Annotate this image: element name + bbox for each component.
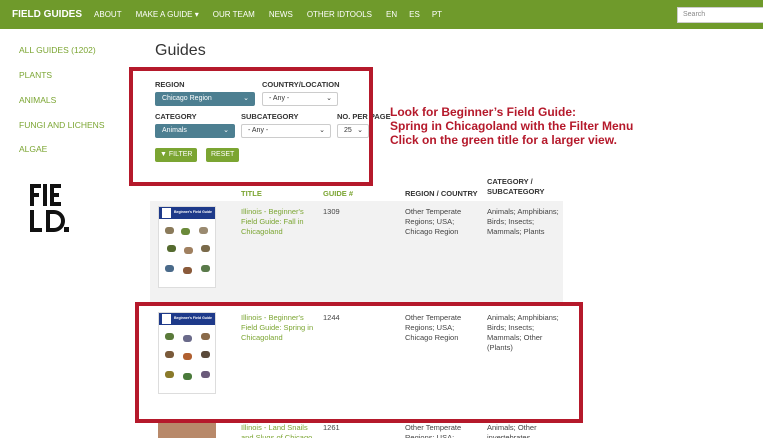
guide-region: Other Temperate Regions; USA; Chicago Re…: [405, 207, 462, 236]
species-image: [167, 245, 176, 252]
species-image: [165, 227, 174, 234]
annotation-line-2: Spring in Chicagoland with the Filter Me…: [390, 119, 634, 133]
guide-number: 1309: [323, 207, 340, 216]
col-header-category: CATEGORY / SUBCATEGORY: [487, 177, 545, 196]
sidebar-item-fungi-lichens[interactable]: FUNGI AND LICHENS: [19, 120, 105, 130]
guide-number: 1261: [323, 423, 340, 432]
guide-thumbnail[interactable]: [158, 422, 216, 438]
species-image: [183, 267, 192, 274]
annotation-text: Look for Beginner’s Field Guide: Spring …: [390, 105, 633, 147]
sidebar-item-animals[interactable]: ANIMALS: [19, 95, 56, 105]
sidebar-item-algae[interactable]: ALGAE: [19, 144, 47, 154]
nav-about[interactable]: ABOUT: [94, 10, 122, 19]
annotation-line-3: Click on the green title for a larger vi…: [390, 133, 617, 147]
nav-make-a-guide[interactable]: MAKE A GUIDE ▾: [136, 10, 199, 19]
species-image: [184, 247, 193, 254]
guide-category: Animals; Other invertebrates: [487, 423, 537, 438]
brand-link[interactable]: FIELD GUIDES: [12, 9, 82, 20]
species-image: [199, 227, 208, 234]
annotation-box-spring-guide: [135, 302, 583, 423]
search-input[interactable]: Search: [677, 7, 763, 23]
nav-lang-en[interactable]: EN: [386, 10, 397, 19]
nav-lang-pt[interactable]: PT: [432, 10, 442, 19]
thumbnail-logo: [162, 208, 171, 218]
top-nav: FIELD GUIDES ABOUT MAKE A GUIDE ▾ OUR TE…: [0, 0, 763, 29]
guide-thumbnail[interactable]: Beginner's Field Guide: [158, 206, 216, 288]
col-header-region: REGION / COUNTRY: [405, 189, 478, 198]
annotation-box-filter: [129, 67, 373, 186]
table-row: Beginner's Field Guide Illinois - Beginn…: [150, 201, 563, 302]
annotation-line-1: Look for Beginner’s Field Guide:: [390, 105, 577, 119]
nav-our-team[interactable]: OUR TEAM: [213, 10, 255, 19]
col-header-title[interactable]: TITLE: [241, 189, 262, 199]
species-image: [181, 228, 190, 235]
sidebar-item-all-guides[interactable]: ALL GUIDES (1202): [19, 45, 96, 55]
guide-title-link[interactable]: Illinois - Beginner's Field Guide: Fall …: [241, 207, 319, 237]
species-image: [165, 265, 174, 272]
species-image: [201, 245, 210, 252]
sidebar-item-plants[interactable]: PLANTS: [19, 70, 52, 80]
col-header-guide[interactable]: GUIDE #: [323, 189, 353, 199]
field-museum-logo: [30, 184, 69, 232]
page-title: Guides: [155, 42, 206, 59]
guide-region: Other Temperate Regions; USA;: [405, 423, 462, 438]
guide-category: Animals; Amphibians; Birds; Insects; Mam…: [487, 207, 559, 236]
nav-news[interactable]: NEWS: [269, 10, 293, 19]
guide-title-link[interactable]: Illinois - Land Snails and Slugs of Chic…: [241, 423, 321, 438]
thumbnail-title: Beginner's Field Guide: [174, 210, 212, 214]
thumbnail-header: Beginner's Field Guide: [159, 207, 215, 219]
nav-lang-es[interactable]: ES: [409, 10, 420, 19]
nav-other-idtools[interactable]: OTHER IDTOOLS: [307, 10, 372, 19]
species-image: [201, 265, 210, 272]
